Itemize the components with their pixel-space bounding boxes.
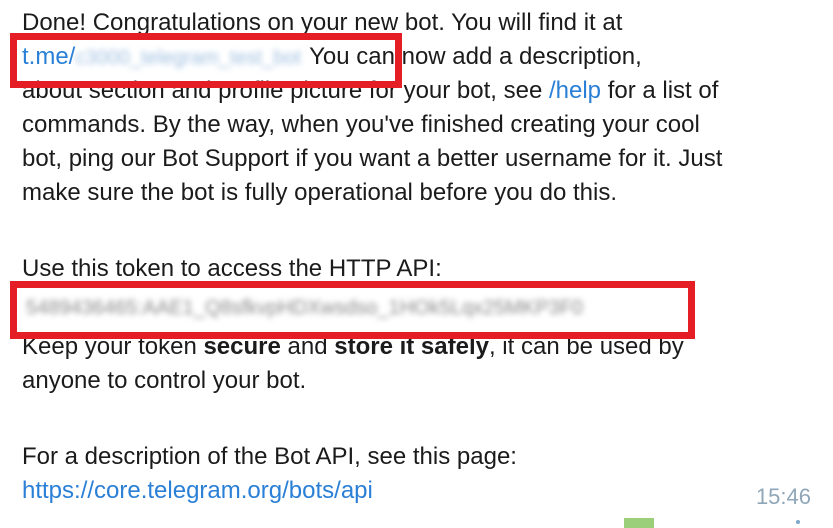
bot-api-link[interactable]: https://core.telegram.org/bots/api	[22, 477, 373, 504]
help-command-link[interactable]: /help	[549, 77, 601, 104]
highlight-box-token	[10, 281, 695, 339]
message-timestamp: 15:46	[755, 484, 811, 509]
message-line: make sure the bot is fully operational b…	[22, 179, 618, 206]
adjacent-message-corner	[624, 518, 654, 528]
highlight-box-bot-link	[10, 33, 402, 88]
message-text: for a list of	[601, 77, 719, 104]
message-line: bot, ping our Bot Support if you want a …	[22, 145, 723, 172]
message-line: https://core.telegram.org/bots/api	[22, 474, 373, 508]
message-line: commands. By the way, when you've finish…	[22, 111, 700, 138]
read-indicator-icon	[796, 520, 800, 524]
message-line: For a description of the Bot API, see th…	[22, 443, 517, 470]
message-line: anyone to control your bot.	[22, 367, 307, 394]
